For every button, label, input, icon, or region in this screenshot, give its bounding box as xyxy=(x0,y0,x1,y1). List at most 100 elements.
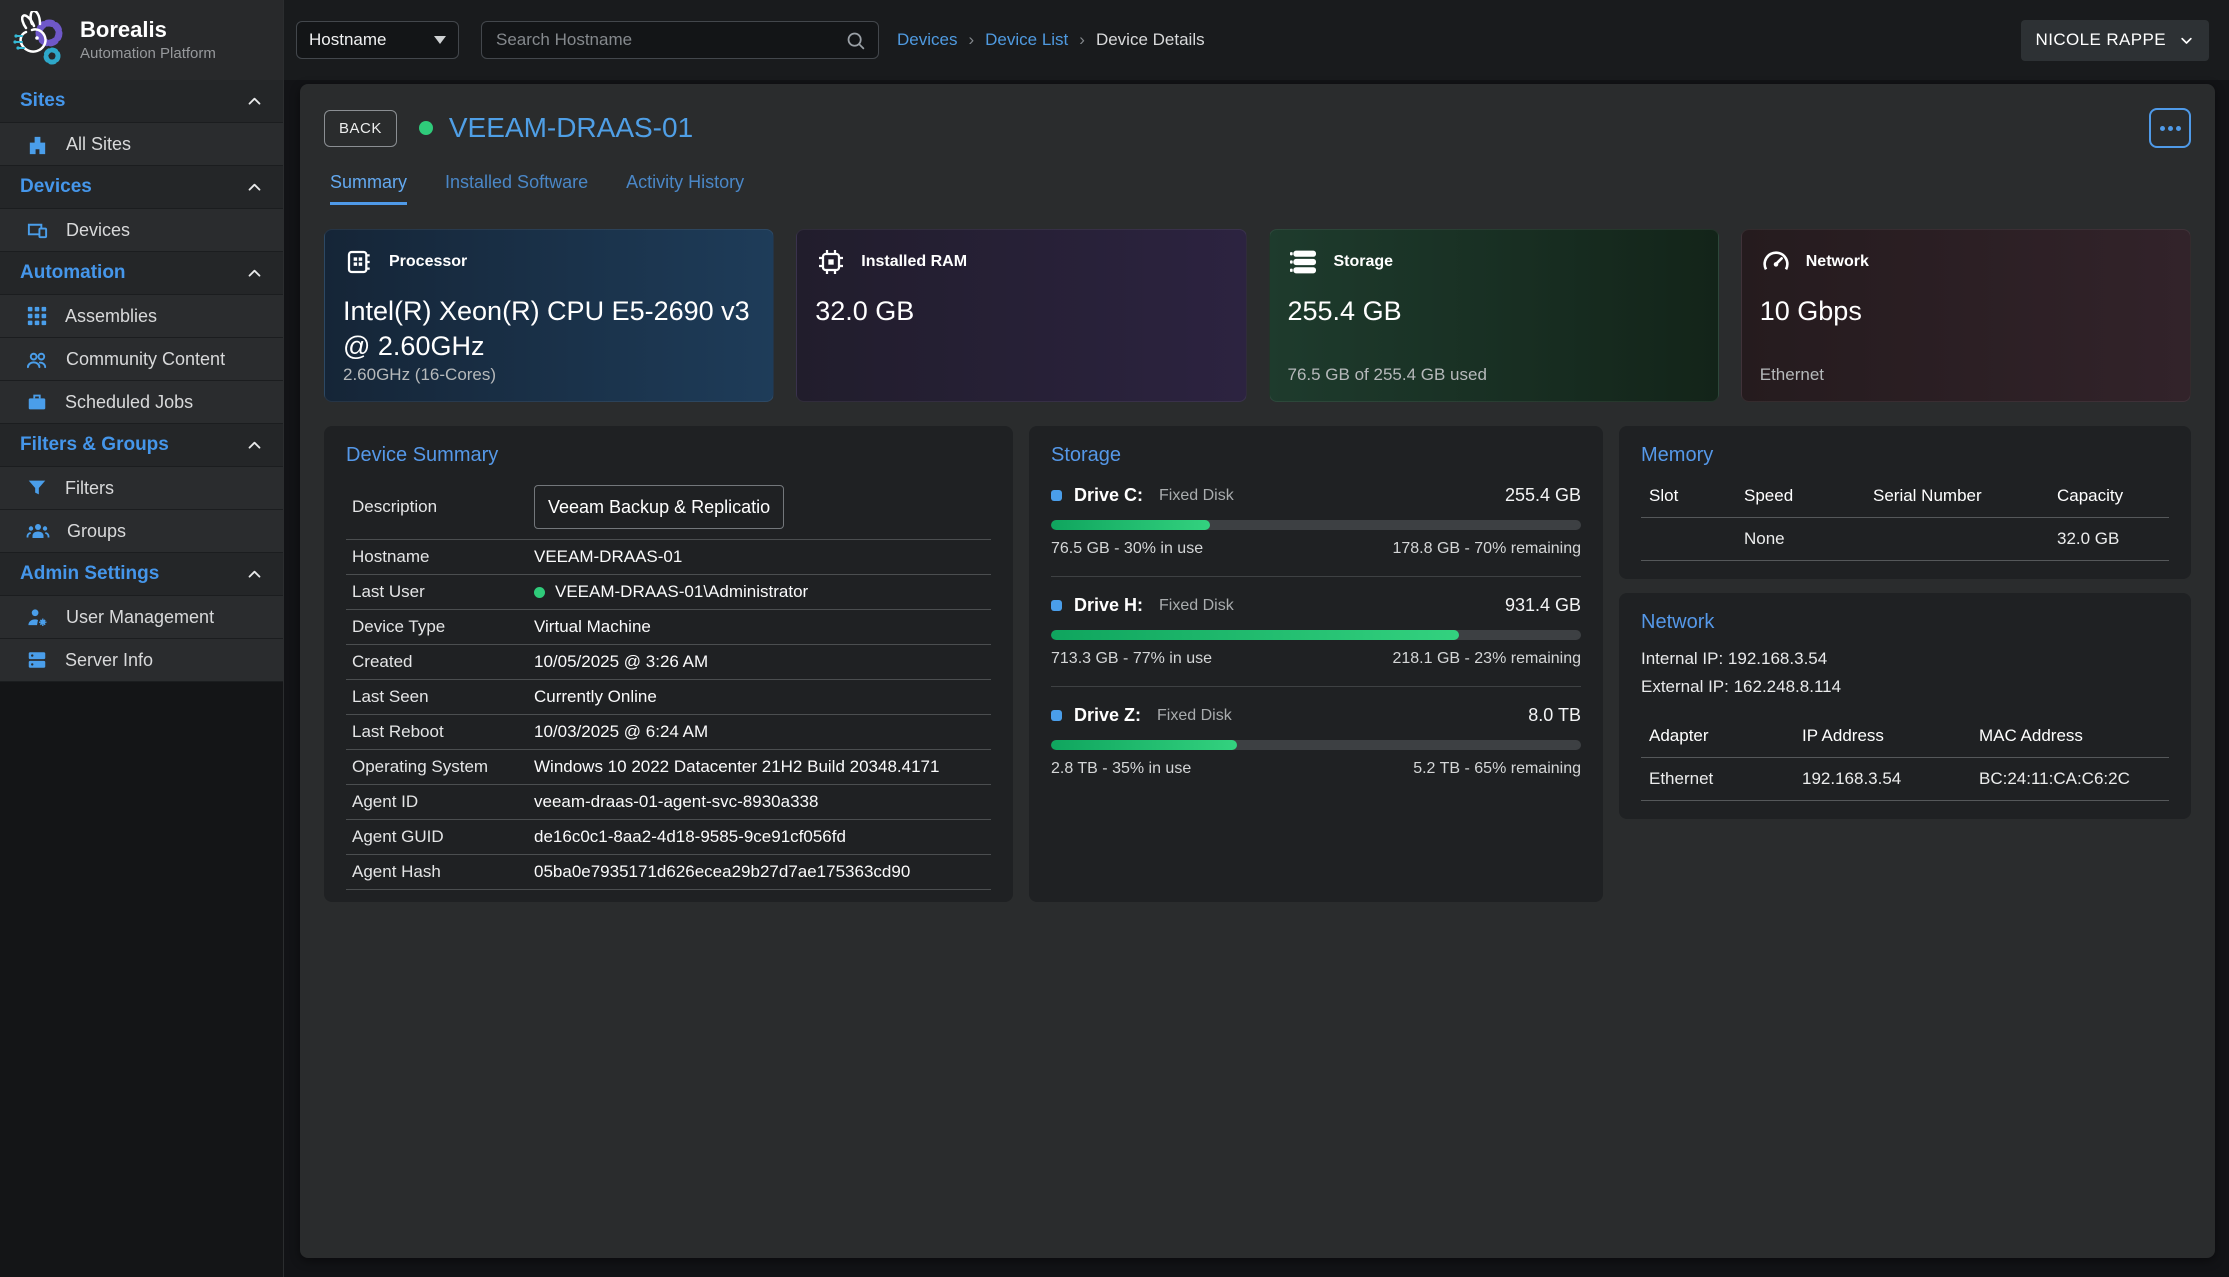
stat-card-value: Intel(R) Xeon(R) CPU E5-2690 v3 @ 2.60GH… xyxy=(343,294,755,364)
nav-section-filters-groups[interactable]: Filters & Groups xyxy=(0,424,283,467)
drive-used: 76.5 GB - 30% in use xyxy=(1051,540,1203,558)
stat-card-title: Storage xyxy=(1334,253,1394,271)
main-area: Hostname Devices › Device List › Device … xyxy=(284,0,2229,1277)
memory-header-slot: Slot xyxy=(1641,486,1736,506)
memory-header-capacity: Capacity xyxy=(2049,486,2169,506)
storage-panel: Storage Drive C: Fixed Disk 255.4 GB 76.… xyxy=(1029,426,1603,902)
user-name: NICOLE RAPPE xyxy=(2036,30,2166,50)
sidebar-item-groups[interactable]: Groups xyxy=(0,510,283,553)
summary-row-last-user: Last User VEEAM-DRAAS-01\Administrator xyxy=(346,575,991,610)
sidebar-item-devices[interactable]: Devices xyxy=(0,209,283,252)
breadcrumb-separator: › xyxy=(1079,30,1085,50)
tab-activity-history[interactable]: Activity History xyxy=(626,172,744,205)
logo-text: Borealis Automation Platform xyxy=(80,18,216,62)
summary-value: 05ba0e7935171d626ecea29b27d7ae175363cd90 xyxy=(534,862,910,882)
chevron-up-icon xyxy=(246,179,263,196)
drive-usage-bar xyxy=(1051,740,1581,750)
device-details-card: BACK VEEAM-DRAAS-01 Summary Installed So… xyxy=(300,84,2215,1258)
tab-summary[interactable]: Summary xyxy=(330,172,407,205)
stat-card-row: Processor Intel(R) Xeon(R) CPU E5-2690 v… xyxy=(324,229,2191,402)
sidebar-item-user-management[interactable]: User Management xyxy=(0,596,283,639)
group-icon xyxy=(26,519,50,543)
summary-row-description: Description xyxy=(346,475,991,540)
sidebar-item-filters[interactable]: Filters xyxy=(0,467,283,510)
sidebar-item-all-sites[interactable]: All Sites xyxy=(0,123,283,166)
search-box[interactable] xyxy=(481,21,879,59)
drive-size: 8.0 TB xyxy=(1528,705,1581,726)
user-menu[interactable]: NICOLE RAPPE xyxy=(2021,20,2209,61)
ram-icon xyxy=(815,246,847,278)
drive-remaining: 5.2 TB - 65% remaining xyxy=(1413,760,1581,778)
stat-card-value: 32.0 GB xyxy=(815,294,1227,329)
sidebar-item-label: Groups xyxy=(67,521,126,542)
summary-row-hostname: Hostname VEEAM-DRAAS-01 xyxy=(346,540,991,575)
nav-section-label: Sites xyxy=(20,90,65,112)
device-name: VEEAM-DRAAS-01 xyxy=(449,112,693,144)
drives-icon xyxy=(1288,246,1320,278)
drive-bullet-icon xyxy=(1051,600,1062,611)
right-column: Memory Slot Speed Serial Number Capacity… xyxy=(1619,426,2191,819)
description-input[interactable] xyxy=(534,485,784,529)
topbar: Hostname Devices › Device List › Device … xyxy=(284,0,2229,80)
more-actions-button[interactable] xyxy=(2149,108,2191,148)
nav-section-devices[interactable]: Devices xyxy=(0,166,283,209)
network-mac: BC:24:11:CA:C6:2C xyxy=(1971,769,2169,789)
stat-card-title: Installed RAM xyxy=(861,253,967,271)
summary-label: Agent ID xyxy=(352,792,534,812)
chevron-up-icon xyxy=(246,566,263,583)
summary-label: Device Type xyxy=(352,617,534,637)
summary-label: Hostname xyxy=(352,547,534,567)
sidebar-item-scheduled-jobs[interactable]: Scheduled Jobs xyxy=(0,381,283,424)
summary-row-agent-guid: Agent GUID de16c0c1-8aa2-4d18-9585-9ce91… xyxy=(346,820,991,855)
drive-size: 931.4 GB xyxy=(1505,595,1581,616)
panel-title: Network xyxy=(1641,611,2169,634)
stat-card-subtitle: Ethernet xyxy=(1760,365,1824,385)
summary-value: Windows 10 2022 Datacenter 21H2 Build 20… xyxy=(534,757,939,777)
drive-used: 713.3 GB - 77% in use xyxy=(1051,650,1212,668)
drive-usage-bar-fill xyxy=(1051,630,1459,640)
network-table-row: Ethernet 192.168.3.54 BC:24:11:CA:C6:2C xyxy=(1641,758,2169,801)
memory-capacity: 32.0 GB xyxy=(2049,529,2169,549)
drive-type: Fixed Disk xyxy=(1157,707,1232,725)
cpu-icon xyxy=(343,246,375,278)
drive-row-c: Drive C: Fixed Disk 255.4 GB 76.5 GB - 3… xyxy=(1051,485,1581,558)
back-button[interactable]: BACK xyxy=(324,110,397,147)
nav-section-admin-settings[interactable]: Admin Settings xyxy=(0,553,283,596)
nav-section-automation[interactable]: Automation xyxy=(0,252,283,295)
memory-header-speed: Speed xyxy=(1736,486,1865,506)
tab-installed-software[interactable]: Installed Software xyxy=(445,172,588,205)
breadcrumb-devices[interactable]: Devices xyxy=(897,30,957,50)
sidebar-item-label: All Sites xyxy=(66,134,131,155)
stat-card-value: 255.4 GB xyxy=(1288,294,1700,329)
logo: Borealis Automation Platform xyxy=(0,0,283,80)
summary-row-agent-hash: Agent Hash 05ba0e7935171d626ecea29b27d7a… xyxy=(346,855,991,890)
ellipsis-icon xyxy=(2168,126,2173,131)
breadcrumb-device-list[interactable]: Device List xyxy=(985,30,1068,50)
drive-usage-bar-fill xyxy=(1051,520,1210,530)
network-table-header: Adapter IP Address MAC Address xyxy=(1641,715,2169,758)
sidebar-item-assemblies[interactable]: Assemblies xyxy=(0,295,283,338)
drive-usage-bar-fill xyxy=(1051,740,1237,750)
logo-title: Borealis xyxy=(80,18,216,42)
sidebar-item-community-content[interactable]: Community Content xyxy=(0,338,283,381)
summary-label: Last User xyxy=(352,582,534,602)
summary-row-operating-system: Operating System Windows 10 2022 Datacen… xyxy=(346,750,991,785)
sidebar-item-server-info[interactable]: Server Info xyxy=(0,639,283,682)
chevron-down-icon xyxy=(2179,33,2194,48)
search-input[interactable] xyxy=(494,29,845,51)
summary-value: Virtual Machine xyxy=(534,617,651,637)
breadcrumb-separator: › xyxy=(968,30,974,50)
summary-label: Created xyxy=(352,652,534,672)
hostname-filter-select[interactable]: Hostname xyxy=(296,21,459,59)
building-icon xyxy=(26,133,49,156)
summary-value: de16c0c1-8aa2-4d18-9585-9ce91cf056fd xyxy=(534,827,846,847)
nav-section-sites[interactable]: Sites xyxy=(0,80,283,123)
sidebar-item-label: Assemblies xyxy=(65,306,157,327)
nav-section-label: Automation xyxy=(20,262,126,284)
chevron-up-icon xyxy=(246,437,263,454)
sidebar-item-label: User Management xyxy=(66,607,214,628)
sidebar-item-label: Community Content xyxy=(66,349,225,370)
nav-section-label: Admin Settings xyxy=(20,563,159,585)
drive-type: Fixed Disk xyxy=(1159,487,1234,505)
panel-title: Storage xyxy=(1051,444,1581,467)
